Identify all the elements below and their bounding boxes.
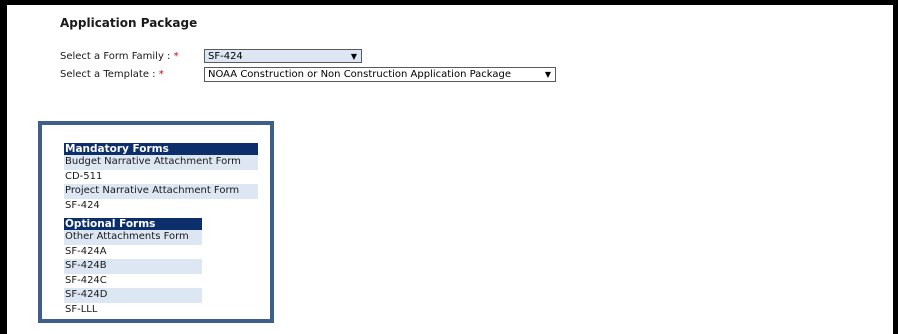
form-item: Budget Narrative Attachment Form — [64, 155, 258, 170]
form-item: SF-424C — [65, 274, 107, 286]
template-select[interactable]: NOAA Construction or Non Construction Ap… — [204, 67, 556, 82]
form-family-select[interactable]: SF-424 ▼ — [204, 49, 362, 63]
form-item: SF-424D — [64, 288, 202, 303]
required-mark: * — [158, 69, 164, 80]
form-family-label-text: Select a Form Family : — [60, 51, 171, 62]
form-item: SF-424 — [65, 199, 100, 211]
window-frame-left — [0, 0, 7, 334]
form-item: Other Attachments Form — [64, 230, 202, 245]
chevron-down-icon: ▼ — [350, 52, 357, 61]
optional-forms-list: Optional Forms Other Attachments Form SF… — [64, 218, 202, 317]
template-label: Select a Template : * — [60, 69, 164, 80]
template-label-text: Select a Template : — [60, 69, 156, 80]
page-title: Application Package — [60, 16, 198, 30]
form-item: Project Narrative Attachment Form — [64, 184, 258, 199]
form-item: SF-424B — [64, 259, 202, 274]
template-value: NOAA Construction or Non Construction Ap… — [208, 69, 512, 80]
form-item: CD-511 — [65, 170, 103, 182]
chevron-down-icon: ▼ — [544, 70, 551, 79]
window-frame-top — [0, 0, 898, 5]
form-item: SF-LLL — [65, 303, 98, 315]
forms-panel: Mandatory Forms Budget Narrative Attachm… — [38, 121, 274, 323]
form-item: SF-424A — [65, 245, 107, 257]
mandatory-forms-list: Mandatory Forms Budget Narrative Attachm… — [64, 143, 258, 213]
form-family-value: SF-424 — [208, 51, 243, 62]
window-frame-right — [893, 0, 898, 334]
required-mark: * — [173, 51, 179, 62]
optional-forms-heading: Optional Forms — [64, 218, 202, 230]
form-family-label: Select a Form Family : * — [60, 51, 179, 62]
mandatory-forms-heading: Mandatory Forms — [64, 143, 258, 155]
